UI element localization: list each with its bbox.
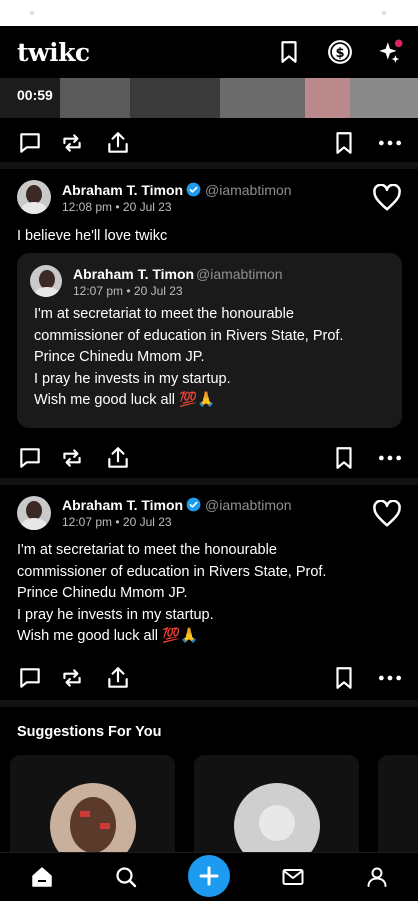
bookmark-icon[interactable]	[331, 445, 357, 471]
post-actions	[0, 657, 418, 697]
verified-badge-icon	[186, 182, 201, 197]
repost-icon[interactable]	[59, 130, 85, 156]
status-dot	[30, 11, 34, 15]
app-header: twikc $	[0, 26, 418, 78]
coin-icon[interactable]: $	[327, 39, 353, 65]
more-icon[interactable]	[377, 130, 403, 156]
comment-icon[interactable]	[17, 665, 43, 691]
status-bar	[0, 0, 418, 26]
section-title: Suggestions For You	[17, 724, 162, 740]
more-icon[interactable]	[377, 445, 403, 471]
profile-icon[interactable]	[365, 865, 389, 889]
bookmark-icon[interactable]	[331, 665, 357, 691]
app-logo[interactable]: twikc	[17, 38, 90, 67]
status-dot	[382, 11, 386, 15]
share-icon[interactable]	[105, 665, 131, 691]
add-icon	[199, 866, 219, 886]
video-player[interactable]: 00:59	[0, 78, 418, 118]
notification-badge	[394, 39, 403, 48]
like-heart-icon[interactable]	[372, 184, 402, 212]
comment-icon[interactable]	[17, 130, 43, 156]
verified-badge-icon	[186, 497, 201, 512]
suggestion-card[interactable]	[378, 755, 418, 865]
svg-text:$: $	[335, 46, 344, 61]
author-name[interactable]: Abraham T. Timon	[62, 182, 183, 198]
repost-icon[interactable]	[59, 445, 85, 471]
divider	[0, 162, 418, 169]
post-timestamp: 12:07 pm • 20 Jul 23	[73, 284, 183, 298]
author-name[interactable]: Abraham T. Timon	[62, 497, 183, 513]
post-actions	[0, 122, 418, 162]
compose-button[interactable]	[188, 855, 230, 897]
suggestion-card[interactable]	[10, 755, 175, 865]
like-heart-icon[interactable]	[372, 500, 402, 528]
share-icon[interactable]	[105, 130, 131, 156]
avatar[interactable]	[17, 496, 51, 530]
repost-icon[interactable]	[59, 665, 85, 691]
avatar[interactable]	[30, 265, 62, 297]
avatar[interactable]	[17, 180, 51, 214]
post-actions	[0, 437, 418, 477]
more-icon[interactable]	[377, 665, 403, 691]
mail-icon[interactable]	[281, 865, 305, 889]
quoted-post-text: I'm at secretariat to meet the honourabl…	[34, 306, 344, 408]
comment-icon[interactable]	[17, 445, 43, 471]
post-timestamp: 12:08 pm • 20 Jul 23	[62, 200, 172, 214]
share-icon[interactable]	[105, 445, 131, 471]
author-handle[interactable]: @iamabtimon	[205, 497, 292, 513]
video-timestamp: 00:59	[17, 87, 53, 103]
sparkle-icon[interactable]	[377, 39, 403, 65]
post-text: I'm at secretariat to meet the honourabl…	[17, 542, 327, 644]
home-icon[interactable]	[30, 865, 54, 889]
post-text: I believe he'll love twikc	[17, 228, 168, 244]
divider	[0, 700, 418, 707]
divider	[0, 478, 418, 485]
bookmark-icon[interactable]	[331, 130, 357, 156]
search-icon[interactable]	[114, 865, 138, 889]
author-handle[interactable]: @iamabtimon	[196, 266, 283, 282]
author-name[interactable]: Abraham T. Timon	[73, 266, 194, 282]
bookmark-icon[interactable]	[276, 39, 302, 65]
suggestion-card[interactable]	[194, 755, 359, 865]
author-handle[interactable]: @iamabtimon	[205, 182, 292, 198]
post-timestamp: 12:07 pm • 20 Jul 23	[62, 515, 172, 529]
